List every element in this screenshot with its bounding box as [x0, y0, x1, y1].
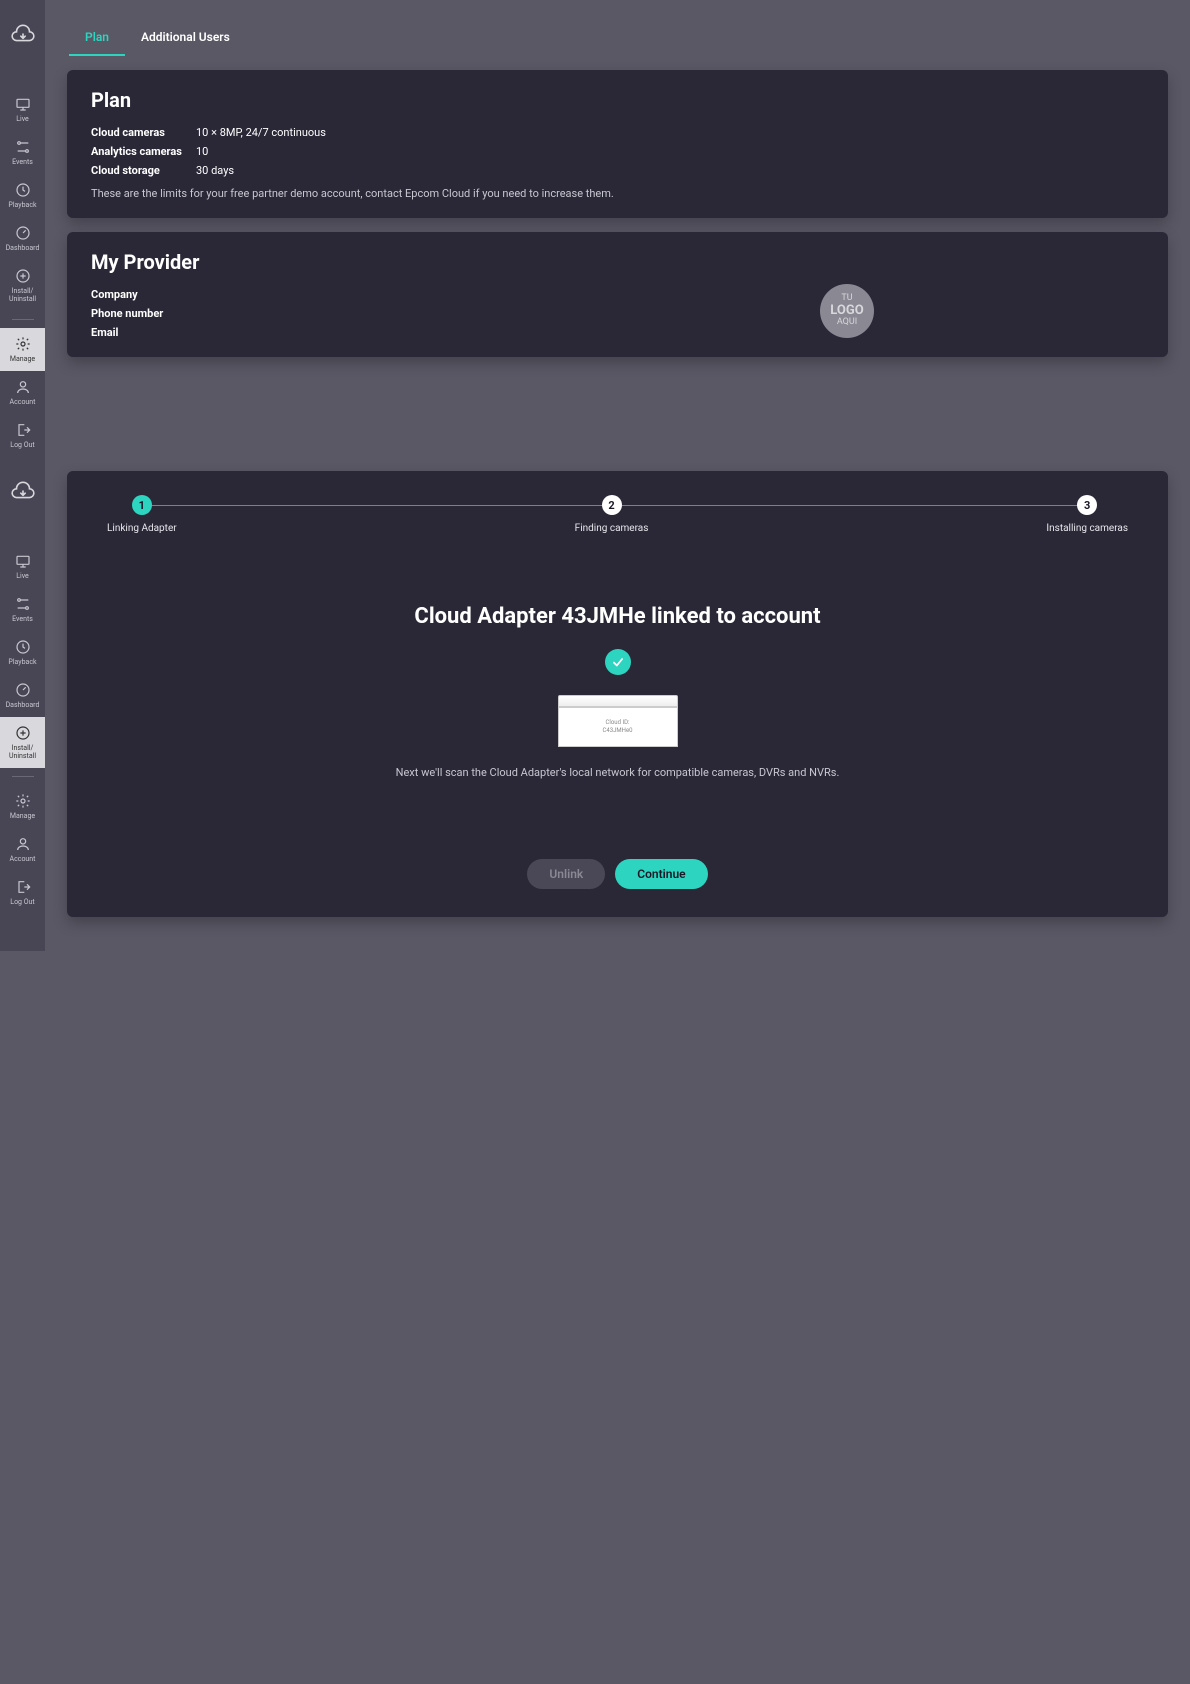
- sidebar-label: Log Out: [10, 898, 34, 906]
- unlink-button[interactable]: Unlink: [527, 859, 605, 889]
- sidebar-label: Playback: [8, 658, 36, 666]
- plan-row: Cloud storage 30 days: [91, 164, 1144, 177]
- sidebar: Live Events Playback Dashboard Install/ …: [0, 0, 45, 457]
- step-1: 1 Linking Adapter: [107, 495, 177, 534]
- stepper: 1 Linking Adapter 2 Finding cameras 3 In…: [107, 495, 1128, 534]
- monitor-icon: [15, 553, 31, 569]
- events-icon: [15, 596, 31, 612]
- step-label: Finding cameras: [575, 523, 649, 534]
- monitor-icon: [15, 96, 31, 112]
- sidebar-label: Manage: [10, 355, 35, 363]
- tab-additional-users[interactable]: Additional Users: [125, 20, 246, 56]
- sidebar-item-manage[interactable]: Manage: [0, 328, 45, 371]
- sidebar-item-live[interactable]: Live: [0, 545, 45, 588]
- sidebar-label: Dashboard: [6, 701, 40, 709]
- sidebar-item-account[interactable]: Account: [0, 371, 45, 414]
- plan-row: Cloud cameras 10 × 8MP, 24/7 continuous: [91, 126, 1144, 139]
- sidebar-item-events[interactable]: Events: [0, 588, 45, 631]
- step-2: 2 Finding cameras: [575, 495, 649, 534]
- provider-company-label: Company: [91, 288, 163, 301]
- plan-label: Analytics cameras: [91, 145, 196, 158]
- events-icon: [15, 139, 31, 155]
- sidebar-item-playback[interactable]: Playback: [0, 631, 45, 674]
- linked-note: Next we'll scan the Cloud Adapter's loca…: [107, 766, 1128, 779]
- dashboard-icon: [15, 225, 31, 241]
- sidebar-label: Install/ Uninstall: [9, 744, 36, 760]
- brand-logo: [9, 20, 37, 48]
- plus-circle-icon: [15, 725, 31, 741]
- tab-plan[interactable]: Plan: [69, 20, 125, 56]
- sidebar-item-install[interactable]: Install/ Uninstall: [0, 717, 45, 768]
- sidebar-label: Dashboard: [6, 244, 40, 252]
- plan-value: 30 days: [196, 164, 234, 177]
- sidebar-label: Log Out: [10, 441, 34, 449]
- logout-icon: [15, 879, 31, 895]
- install-wizard-card: 1 Linking Adapter 2 Finding cameras 3 In…: [67, 471, 1168, 917]
- gear-icon: [15, 336, 31, 352]
- step-circle: 2: [602, 495, 622, 515]
- sidebar-label: Live: [16, 115, 29, 123]
- user-icon: [15, 836, 31, 852]
- playback-icon: [15, 639, 31, 655]
- linked-title: Cloud Adapter 43JMHe linked to account: [107, 604, 1128, 629]
- sidebar-label: Account: [10, 398, 36, 406]
- button-row: Unlink Continue: [107, 859, 1128, 889]
- device-illustration: Cloud ID: C43JMHe0: [553, 695, 683, 750]
- plan-value: 10: [196, 145, 208, 158]
- divider: [12, 319, 34, 320]
- sidebar-item-logout[interactable]: Log Out: [0, 414, 45, 457]
- plan-card: Plan Cloud cameras 10 × 8MP, 24/7 contin…: [67, 70, 1168, 218]
- sidebar-item-account[interactable]: Account: [0, 828, 45, 871]
- divider: [12, 776, 34, 777]
- provider-email-label: Email: [91, 326, 163, 339]
- provider-logo-placeholder: TU LOGO AQUI: [820, 284, 874, 338]
- sidebar-label: Events: [12, 615, 33, 623]
- sidebar-item-dashboard[interactable]: Dashboard: [0, 217, 45, 260]
- sidebar-label: Events: [12, 158, 33, 166]
- sidebar-item-live[interactable]: Live: [0, 88, 45, 131]
- plan-row: Analytics cameras 10: [91, 145, 1144, 158]
- linked-section: Cloud Adapter 43JMHe linked to account C…: [107, 604, 1128, 889]
- playback-icon: [15, 182, 31, 198]
- provider-card: My Provider Company Phone number Email T…: [67, 232, 1168, 357]
- provider-phone-label: Phone number: [91, 307, 163, 320]
- sidebar-item-install[interactable]: Install/ Uninstall: [0, 260, 45, 311]
- step-circle: 1: [132, 495, 152, 515]
- sidebar-label: Live: [16, 572, 29, 580]
- continue-button[interactable]: Continue: [615, 859, 707, 889]
- dashboard-icon: [15, 682, 31, 698]
- check-icon: [605, 649, 631, 675]
- sidebar-item-dashboard[interactable]: Dashboard: [0, 674, 45, 717]
- step-label: Installing cameras: [1046, 523, 1128, 534]
- provider-fields: Company Phone number Email: [91, 288, 163, 339]
- step-3: 3 Installing cameras: [1046, 495, 1128, 534]
- tabs: Plan Additional Users: [45, 0, 1190, 56]
- user-icon: [15, 379, 31, 395]
- sidebar-label: Playback: [8, 201, 36, 209]
- sidebar-label: Install/ Uninstall: [9, 287, 36, 303]
- step-circle: 3: [1077, 495, 1097, 515]
- plan-label: Cloud cameras: [91, 126, 196, 139]
- sidebar-item-logout[interactable]: Log Out: [0, 871, 45, 914]
- sidebar-label: Account: [10, 855, 36, 863]
- sidebar-item-events[interactable]: Events: [0, 131, 45, 174]
- provider-title: My Provider: [91, 250, 1144, 274]
- plus-circle-icon: [15, 268, 31, 284]
- brand-logo: [9, 477, 37, 505]
- sidebar-label: Manage: [10, 812, 35, 820]
- step-label: Linking Adapter: [107, 523, 177, 534]
- gear-icon: [15, 793, 31, 809]
- plan-label: Cloud storage: [91, 164, 196, 177]
- sidebar: Live Events Playback Dashboard Install/ …: [0, 457, 45, 951]
- logout-icon: [15, 422, 31, 438]
- sidebar-item-manage[interactable]: Manage: [0, 785, 45, 828]
- plan-title: Plan: [91, 88, 1144, 112]
- plan-value: 10 × 8MP, 24/7 continuous: [196, 126, 326, 139]
- sidebar-item-playback[interactable]: Playback: [0, 174, 45, 217]
- plan-note: These are the limits for your free partn…: [91, 187, 1144, 200]
